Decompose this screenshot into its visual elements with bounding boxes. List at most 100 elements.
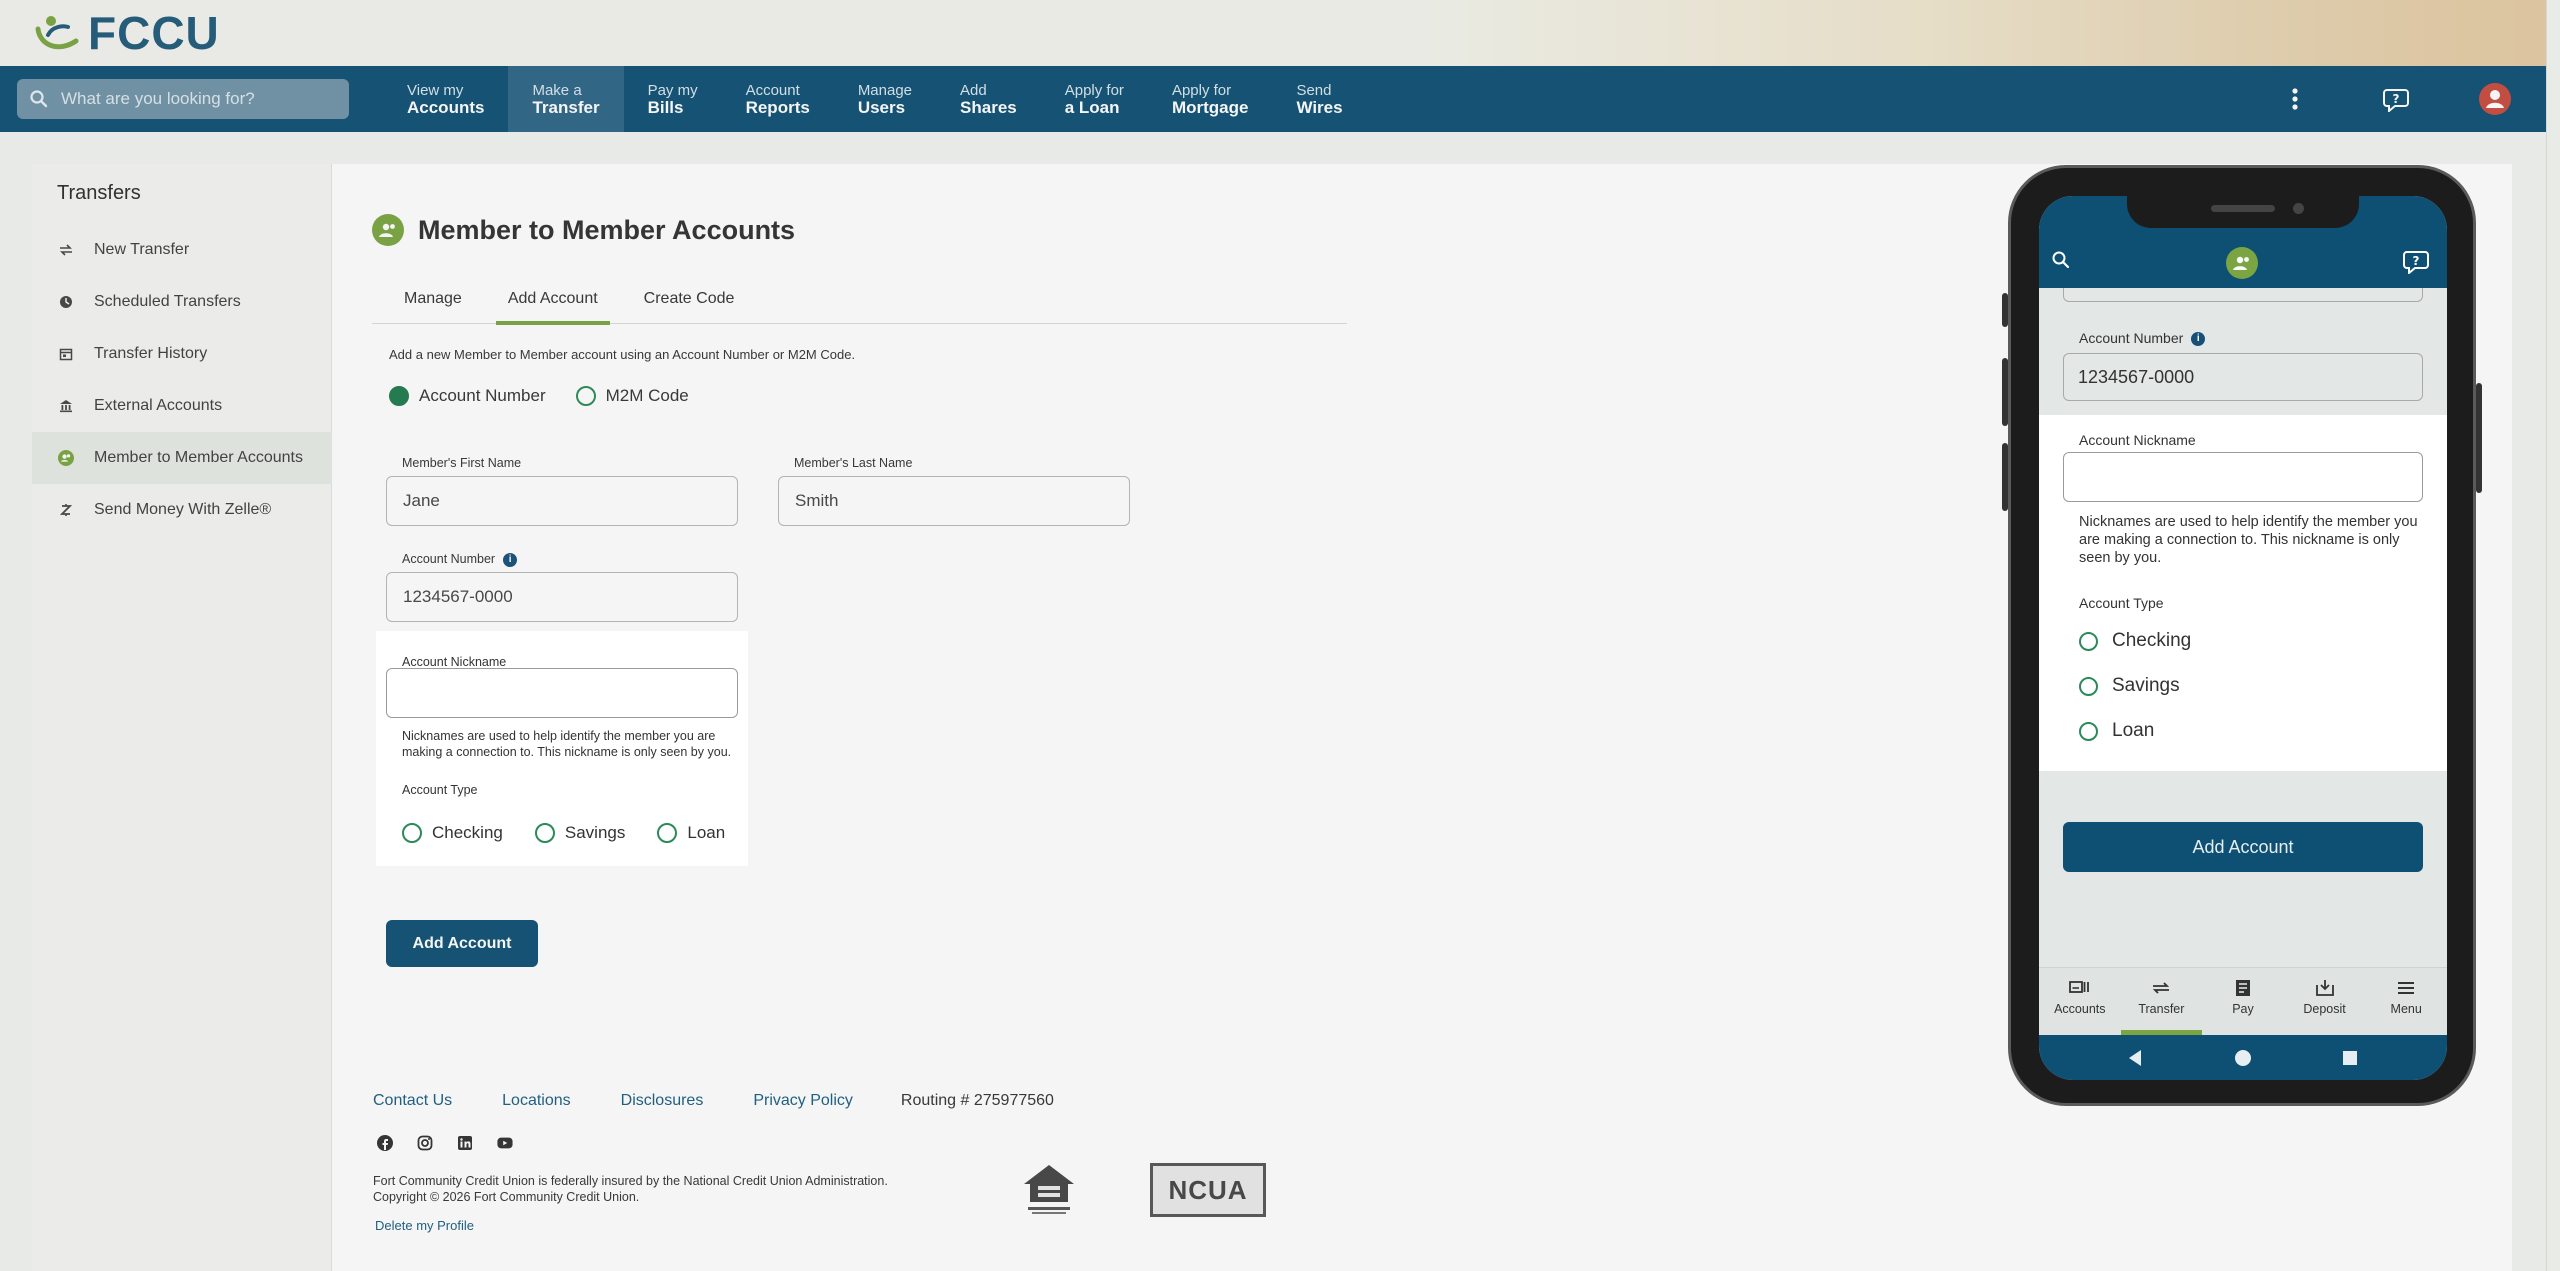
account-type-radio-group: Checking Savings Loan: [402, 823, 757, 843]
linkedin-icon[interactable]: [457, 1135, 473, 1151]
nav-item-bills[interactable]: Pay my Bills: [624, 66, 722, 132]
nav-item-users[interactable]: Manage Users: [834, 66, 936, 132]
sidebar-item-zelle[interactable]: Send Money With Zelle®: [32, 484, 332, 536]
search-icon[interactable]: [2051, 250, 2071, 270]
social-links: [377, 1135, 537, 1151]
phone-radio-savings[interactable]: Savings: [2079, 675, 2180, 697]
phone-tab-deposit[interactable]: Deposit: [2284, 968, 2366, 1035]
facebook-icon[interactable]: [377, 1135, 393, 1151]
user-avatar[interactable]: [2479, 66, 2511, 132]
phone-tab-label: Transfer: [2138, 1002, 2185, 1016]
info-icon[interactable]: i: [503, 552, 518, 567]
sidebar-item-scheduled-transfers[interactable]: Scheduled Transfers: [32, 276, 332, 328]
footer-links: Contact Us Locations Disclosures Privacy…: [373, 1092, 1054, 1110]
radio-account-number[interactable]: Account Number: [389, 386, 546, 406]
footer-link-disclosures[interactable]: Disclosures: [621, 1092, 704, 1110]
last-name-label: Member's Last Name: [794, 456, 913, 470]
last-name-field[interactable]: Smith: [778, 476, 1130, 526]
nav-item-accounts[interactable]: View my Accounts: [383, 66, 508, 132]
radio-unselected-icon: [2079, 721, 2098, 741]
camera: [2293, 203, 2304, 214]
radio-loan[interactable]: Loan: [657, 823, 725, 843]
help-chat-icon[interactable]: ?: [2403, 248, 2431, 274]
phone-tab-label: Pay: [2232, 1002, 2254, 1016]
delete-profile-link[interactable]: Delete my Profile: [375, 1218, 474, 1233]
radio-unselected-icon: [657, 823, 678, 843]
nav-item-transfer[interactable]: Make a Transfer: [508, 66, 624, 132]
phone-add-account-button[interactable]: Add Account: [2063, 822, 2423, 872]
phone-tab-bar: Accounts Transfer Pay Deposit Menu: [2039, 967, 2447, 1035]
phone-account-type-label: Account Type: [2079, 595, 2164, 611]
footer-link-contact-us[interactable]: Contact Us: [373, 1092, 452, 1110]
sidebar-item-transfer-history[interactable]: Transfer History: [32, 328, 332, 380]
add-account-button[interactable]: Add Account: [386, 920, 538, 967]
nav-help-button[interactable]: ?: [2383, 66, 2411, 132]
page-scrollbar[interactable]: [2546, 0, 2560, 1271]
phone-radio-checking[interactable]: Checking: [2079, 630, 2191, 652]
search-box[interactable]: [17, 79, 349, 119]
nav-item-line-1: Account: [745, 82, 800, 99]
home-icon[interactable]: [2234, 1049, 2252, 1067]
tab-add-account[interactable]: Add Account: [495, 290, 610, 325]
recent-apps-icon[interactable]: [2342, 1050, 2358, 1066]
bank-icon: [58, 398, 74, 414]
ncua-logo: NCUA: [1150, 1163, 1266, 1217]
svg-text:?: ?: [2413, 254, 2420, 268]
nav-item-wires[interactable]: Send Wires: [1272, 66, 1366, 132]
fccu-logo[interactable]: FCCU: [32, 7, 220, 59]
members-icon: [58, 450, 74, 466]
instagram-icon[interactable]: [417, 1135, 433, 1151]
radio-savings[interactable]: Savings: [534, 823, 626, 843]
search-icon: [30, 90, 48, 108]
members-icon: [2226, 247, 2258, 279]
phone-nickname-input[interactable]: [2063, 452, 2423, 502]
phone-radio-loan[interactable]: Loan: [2079, 720, 2154, 742]
sidebar-item-external-accounts[interactable]: External Accounts: [32, 380, 332, 432]
footer-disclaimer: Fort Community Credit Union is federally…: [373, 1173, 888, 1205]
nav-item-a-loan[interactable]: Apply for a Loan: [1041, 66, 1148, 132]
radio-label: Loan: [2112, 720, 2155, 741]
nav-item-reports[interactable]: Account Reports: [722, 66, 834, 132]
account-number-label-text: Account Number: [402, 552, 496, 566]
phone-side-button: [2476, 383, 2482, 493]
info-icon[interactable]: i: [2191, 332, 2206, 347]
tab-create-code[interactable]: Create Code: [632, 290, 747, 324]
speaker: [2211, 205, 2275, 212]
members-icon: [372, 214, 404, 246]
radio-m2m-code[interactable]: M2M Code: [575, 386, 689, 406]
footer-link-locations[interactable]: Locations: [502, 1092, 571, 1110]
phone-tab-pay[interactable]: Pay: [2202, 968, 2284, 1035]
nav-item-shares[interactable]: Add Shares: [936, 66, 1041, 132]
radio-unselected-icon: [2079, 676, 2098, 696]
page-title: Member to Member Accounts: [418, 214, 796, 245]
nickname-input[interactable]: [386, 668, 738, 718]
first-name-field[interactable]: Jane: [386, 476, 738, 526]
phone-tab-menu[interactable]: Menu: [2365, 968, 2447, 1035]
nav-item-line-2: Accounts: [407, 97, 485, 117]
phone-tab-label: Menu: [2390, 1002, 2422, 1016]
phone-tab-accounts[interactable]: Accounts: [2039, 968, 2121, 1035]
phone-tab-transfer[interactable]: Transfer: [2120, 968, 2203, 1035]
tab-manage[interactable]: Manage: [392, 290, 474, 324]
youtube-icon[interactable]: [497, 1135, 513, 1151]
nav-item-line-2: a Loan: [1064, 97, 1120, 117]
nav-item-line-2: Wires: [1296, 97, 1343, 117]
nickname-help-text: Nicknames are used to help identify the …: [402, 729, 732, 759]
phone-account-number-field[interactable]: 1234567-0000: [2063, 353, 2423, 401]
account-number-field[interactable]: 1234567-0000: [386, 572, 738, 622]
svg-text:?: ?: [2393, 92, 2400, 106]
account-number-label: Account Number i: [402, 552, 518, 567]
phone-highlighted-section: Account Nickname Nicknames are used to h…: [2039, 415, 2447, 771]
nav-item-mortgage[interactable]: Apply for Mortgage: [1148, 66, 1273, 132]
phone-account-number-label: Account Number i: [2079, 330, 2206, 347]
radio-checking[interactable]: Checking: [402, 823, 503, 843]
footer-link-privacy-policy[interactable]: Privacy Policy: [753, 1092, 853, 1110]
sidebar-item-new-transfer[interactable]: New Transfer: [32, 224, 332, 276]
radio-label: Loan: [687, 823, 726, 842]
radio-label: Savings: [564, 823, 626, 842]
routing-number: Routing # 275977560: [900, 1092, 1054, 1109]
nav-more-button[interactable]: [2290, 66, 2300, 132]
sidebar-item-member-to-member[interactable]: Member to Member Accounts: [32, 432, 332, 484]
search-input[interactable]: [61, 89, 331, 109]
back-icon[interactable]: [2127, 1049, 2143, 1067]
